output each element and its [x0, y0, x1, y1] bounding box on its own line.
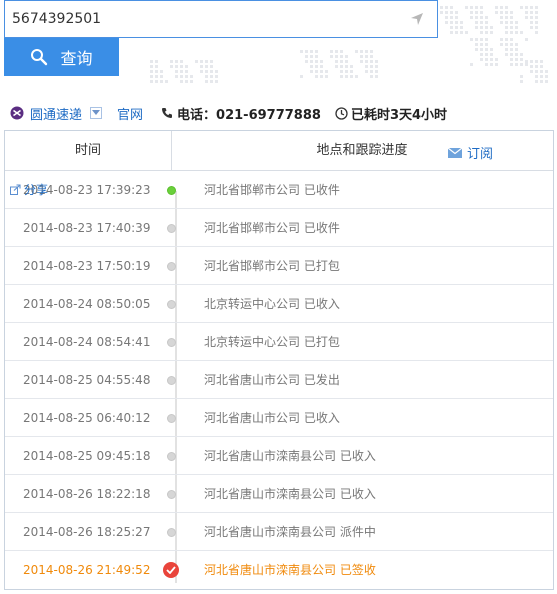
timeline-dot	[167, 338, 176, 347]
table-row: 2014-08-23 17:50:19 河北省邯郸市公司 已打包	[5, 247, 553, 285]
row-location: 北京转运中心公司 已打包	[204, 335, 340, 349]
row-time: 2014-08-24 08:50:05	[23, 297, 151, 311]
row-location: 河北省唐山市公司 已收入	[204, 411, 340, 425]
header-location: 地点和跟踪进度	[316, 143, 408, 158]
table-row-latest: 2014-08-26 21:49:52 河北省唐山市滦南县公司 已签收	[5, 551, 553, 589]
row-location: 河北省邯郸市公司 已收件	[204, 221, 340, 235]
tracking-number-input[interactable]	[5, 1, 405, 37]
row-location: 河北省唐山市滦南县公司 已收入	[204, 487, 376, 501]
carrier-name-link[interactable]: 圆通速递	[30, 104, 82, 123]
timeline-dot	[167, 452, 176, 461]
table-row: 2014-08-26 18:25:27 河北省唐山市滦南县公司 派件中	[5, 513, 553, 551]
row-time: 2014-08-25 06:40:12	[23, 411, 151, 425]
carrier-logo-icon	[10, 106, 24, 120]
row-location: 河北省邯郸市公司 已收件	[204, 183, 340, 197]
row-location: 河北省邯郸市公司 已打包	[204, 259, 340, 273]
tracking-table-header: 时间 地点和跟踪进度 订阅	[5, 131, 553, 171]
table-row: 2014-08-23 17:40:39 河北省邯郸市公司 已收件	[5, 209, 553, 247]
phone-icon	[162, 108, 173, 118]
row-time: 2014-08-26 18:22:18	[23, 487, 151, 501]
search-box[interactable]	[4, 0, 438, 38]
row-time: 2014-08-25 04:55:48	[23, 373, 151, 387]
tracking-rows: 2014-08-23 17:39:23 河北省邯郸市公司 已收件 2014-08…	[5, 171, 553, 589]
subscribe-label: 订阅	[466, 147, 493, 162]
carrier-phone: 电话：021-69777888	[177, 107, 321, 123]
row-time: 2014-08-24 08:54:41	[23, 335, 151, 349]
share-label: 分享	[24, 183, 49, 197]
table-row: 2014-08-24 08:50:05 北京转运中心公司 已收入	[5, 285, 553, 323]
table-row: 2014-08-24 08:54:41 北京转运中心公司 已打包	[5, 323, 553, 361]
header-time: 时间	[5, 131, 172, 171]
timeline-dot	[167, 224, 176, 233]
table-row: 2014-08-26 18:22:18 河北省唐山市滦南县公司 已收入	[5, 475, 553, 513]
timeline-dot	[167, 300, 176, 309]
elapsed-time: 已耗时3天4小时	[350, 107, 448, 123]
signed-check-icon	[163, 562, 179, 578]
table-row: 2014-08-25 09:45:18 河北省唐山市滦南县公司 已收入	[5, 437, 553, 475]
tracking-table: 时间 地点和跟踪进度 订阅 2014-08-23 17:39:23 河北省邯郸市…	[4, 130, 554, 590]
mail-icon	[447, 147, 462, 158]
timeline-dot	[167, 414, 176, 423]
search-icon	[31, 49, 48, 66]
query-button[interactable]: 查询	[4, 38, 119, 76]
timeline-dot-start	[167, 186, 176, 195]
subscribe-button[interactable]: 订阅	[447, 143, 493, 162]
timeline-dot	[167, 376, 176, 385]
chevron-down-icon	[92, 110, 101, 115]
query-button-label: 查询	[60, 49, 93, 68]
row-location: 北京转运中心公司 已收入	[204, 297, 340, 311]
row-location: 河北省唐山市滦南县公司 已收入	[204, 449, 376, 463]
row-time: 2014-08-26 18:25:27	[23, 525, 151, 539]
row-location: 河北省唐山市滦南县公司 已签收	[204, 563, 376, 577]
timeline-dot	[167, 528, 176, 537]
official-site-link[interactable]: 官网	[117, 104, 143, 123]
clock-icon	[335, 106, 348, 120]
table-row: 2014-08-25 04:55:48 河北省唐山市公司 已发出	[5, 361, 553, 399]
share-icon	[10, 184, 21, 195]
table-row: 2014-08-25 06:40:12 河北省唐山市公司 已收入	[5, 399, 553, 437]
row-location: 河北省唐山市公司 已发出	[204, 373, 340, 387]
carrier-dropdown[interactable]	[90, 107, 103, 119]
row-time: 2014-08-26 21:49:52	[23, 563, 151, 577]
table-row: 2014-08-23 17:39:23 河北省邯郸市公司 已收件	[5, 171, 553, 209]
row-time: 2014-08-23 17:50:19	[23, 259, 151, 273]
row-time: 2014-08-25 09:45:18	[23, 449, 151, 463]
carrier-info-bar: 圆通速递 官网 电话：021-69777888 已耗时3天4小时	[10, 103, 555, 123]
timeline-dot	[167, 262, 176, 271]
row-location: 河北省唐山市滦南县公司 派件中	[204, 525, 376, 539]
locate-arrow-icon[interactable]	[410, 12, 424, 26]
share-button[interactable]: 分享	[10, 181, 48, 198]
timeline-dot	[167, 490, 176, 499]
row-time: 2014-08-23 17:40:39	[23, 221, 151, 235]
